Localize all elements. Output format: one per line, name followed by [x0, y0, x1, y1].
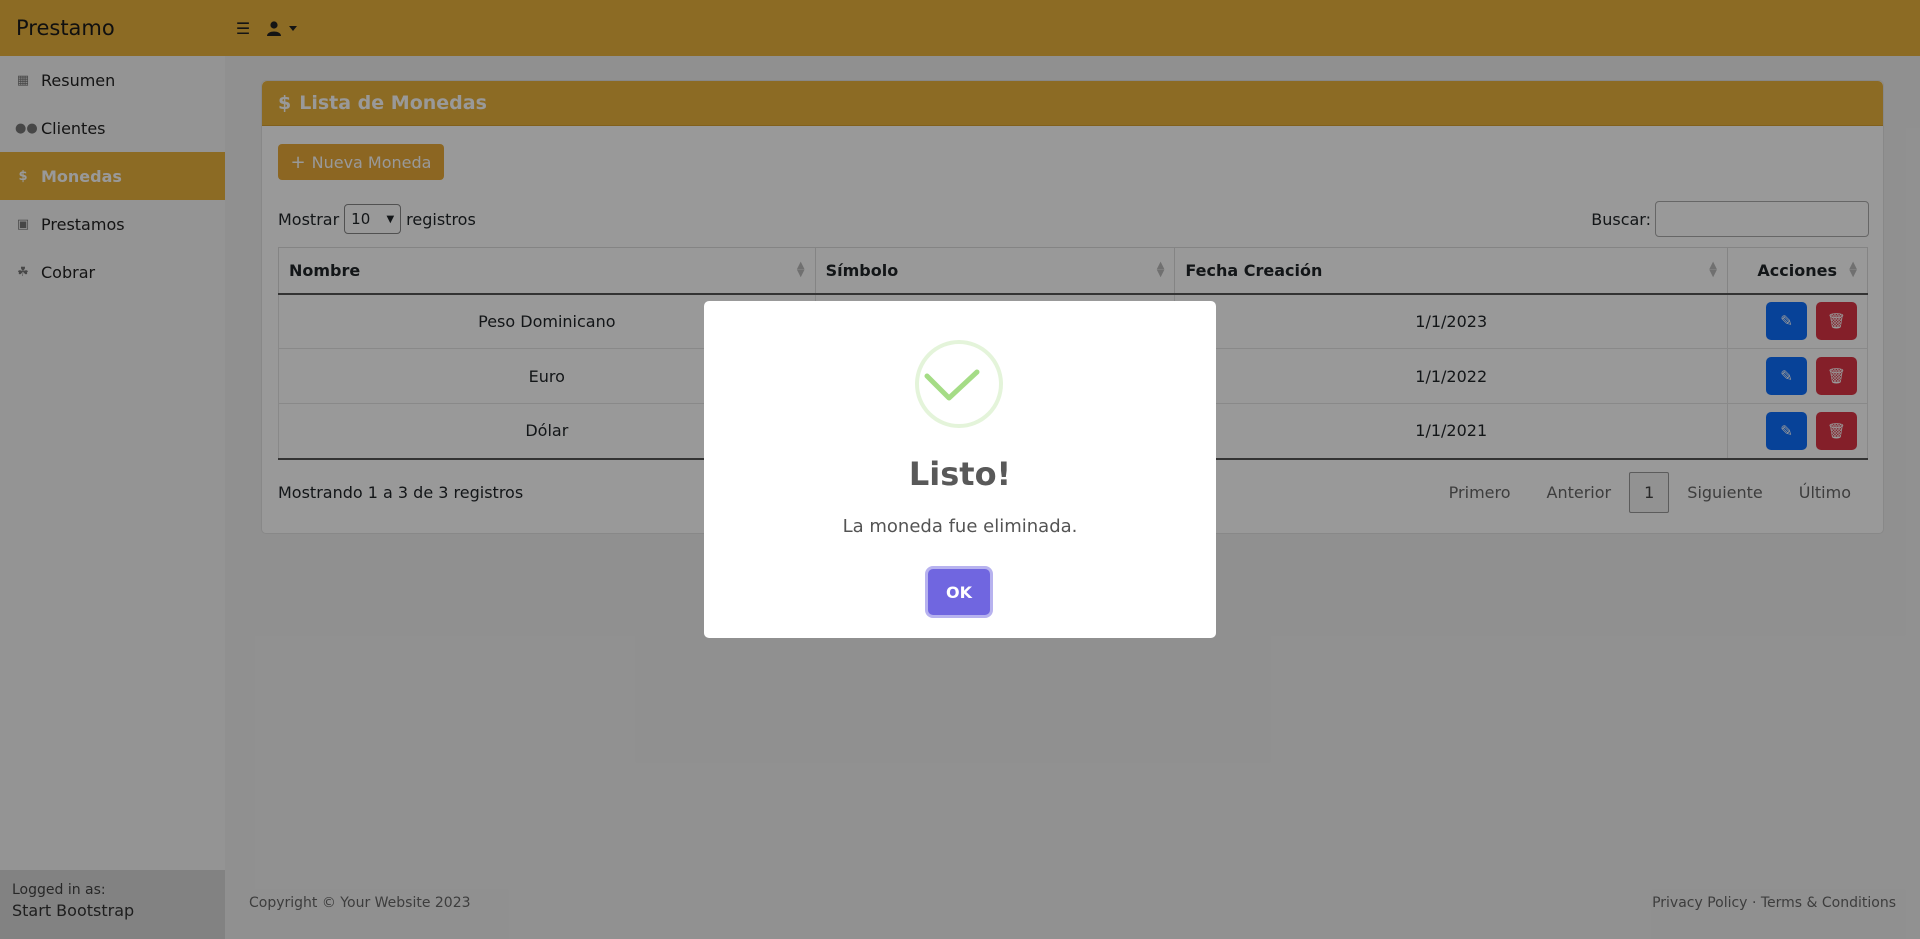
dialog-message: La moneda fue eliminada. — [842, 516, 1078, 537]
dialog-title: Listo! — [908, 455, 1012, 493]
ok-button[interactable]: OK — [928, 569, 990, 615]
success-dialog: Listo! La moneda fue eliminada. OK — [704, 301, 1216, 638]
success-check-icon — [915, 340, 1003, 428]
